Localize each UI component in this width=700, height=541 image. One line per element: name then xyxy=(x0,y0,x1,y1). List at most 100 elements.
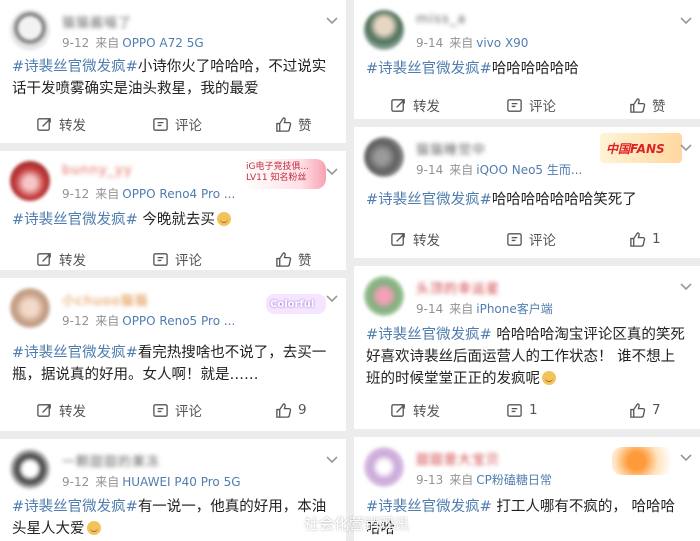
post-text: #诗裴丝官微发疯#看完热搜啥也不说了，去买一瓶，据说真的好用。女人啊！就是…… xyxy=(12,342,334,386)
comment-icon xyxy=(507,98,522,112)
repost-label: 转发 xyxy=(413,99,440,115)
post-text: #诗裴丝官微发疯# 打工人哪有不疯的， 哈哈哈哈哈 xyxy=(366,496,688,540)
device-link[interactable]: OPPO Reno4 Pro ... xyxy=(122,187,235,201)
fan-badge[interactable]: Colorful xyxy=(266,294,326,314)
username[interactable]: 小chuoo猫猫 xyxy=(62,290,149,309)
username[interactable]: 猫猫酱喵了 xyxy=(62,12,132,31)
comment-button[interactable]: 评论 xyxy=(506,92,556,118)
like-button[interactable]: 赞 xyxy=(629,92,666,118)
comment-label: 1 xyxy=(529,402,538,418)
device-link[interactable]: OPPO A72 5G xyxy=(122,36,203,50)
repost-button[interactable]: 转发 xyxy=(36,397,86,423)
comment-button[interactable]: 评论 xyxy=(152,397,202,423)
device-link[interactable]: CP粉磕糖日常 xyxy=(476,473,552,487)
repost-button[interactable]: 转发 xyxy=(390,226,440,252)
badge-decoration-icon xyxy=(612,447,682,475)
post-text: #诗裴丝官微发疯# 哈哈哈哈淘宝评论区真的笑死 好喜欢诗裴丝后面运营人的工作状态… xyxy=(366,324,688,390)
like-button[interactable]: 1 xyxy=(629,226,661,252)
hashtag-link[interactable]: #诗裴丝官微发疯# xyxy=(12,345,138,361)
post-body: 哈哈哈哈哈哈 xyxy=(491,61,579,77)
action-bar: 转发 评论 赞 xyxy=(0,111,346,137)
avatar[interactable] xyxy=(10,161,50,201)
avatar[interactable] xyxy=(10,449,50,489)
comment-button[interactable]: 评论 xyxy=(152,246,202,270)
post-card[interactable]: 猫猫酱喵了 9-12 来自 OPPO A72 5G #诗裴丝官微发疯#小诗你火了哈哈… xyxy=(0,0,346,143)
repost-button[interactable]: 转发 xyxy=(390,92,440,118)
chevron-down-icon[interactable] xyxy=(678,12,694,28)
source-prefix: 来自 xyxy=(449,302,474,316)
thumbs-up-icon xyxy=(276,251,292,267)
like-button[interactable]: 9 xyxy=(275,397,307,423)
action-bar: 转发 评论 赞 xyxy=(0,246,346,270)
avatar[interactable] xyxy=(10,288,50,328)
action-bar: 转发 评论 赞 xyxy=(354,92,700,118)
hashtag-link[interactable]: #诗裴丝官微发疯# xyxy=(12,499,138,515)
repost-icon xyxy=(391,232,405,246)
device-link[interactable]: HUAWEI P40 Pro 5G xyxy=(122,475,240,489)
username[interactable]: 一颗甜甜的果冻 xyxy=(62,451,160,470)
username[interactable]: 猫猫睡觉中 xyxy=(416,139,486,158)
repost-button[interactable]: 转发 xyxy=(36,246,86,270)
repost-button[interactable]: 转发 xyxy=(390,397,440,423)
username[interactable]: miss_a xyxy=(416,12,466,27)
source-prefix: 来自 xyxy=(95,475,120,489)
chevron-down-icon[interactable] xyxy=(324,290,340,306)
chevron-down-icon[interactable] xyxy=(324,163,340,179)
avatar[interactable] xyxy=(364,10,404,50)
post-card[interactable]: 猫猫睡觉中 9-14 来自 iQOO Neo5 生而... 中国FANS #诗裴丝官… xyxy=(354,127,700,258)
chevron-down-icon[interactable] xyxy=(678,278,694,294)
chevron-down-icon[interactable] xyxy=(678,139,694,155)
post-card[interactable]: 头顶的幸运星 9-14 来自 iPhone客户端 #诗裴丝官微发疯# 哈哈哈哈淘宝评… xyxy=(354,266,700,429)
comment-label: 评论 xyxy=(175,404,202,420)
source-prefix: 来自 xyxy=(449,36,474,50)
avatar[interactable] xyxy=(364,276,404,316)
post-card[interactable]: bunny_yy 9-12 来自 OPPO Reno4 Pro ... iG电子竞技… xyxy=(0,151,346,270)
weibo-logo-icon xyxy=(284,516,300,532)
chevron-down-icon[interactable] xyxy=(324,12,340,28)
hashtag-link[interactable]: #诗裴丝官微发疯# xyxy=(366,61,492,77)
post-meta: 9-14 来自 iPhone客户端 xyxy=(416,300,553,317)
post-card[interactable]: miss_a 9-14 来自 vivo X90 #诗裴丝官微发疯#哈哈哈哈哈哈 转发… xyxy=(354,0,700,119)
device-link[interactable]: vivo X90 xyxy=(476,36,528,50)
post-card[interactable]: 小chuoo猫猫 9-12 来自 OPPO Reno5 Pro ... Colorf… xyxy=(0,278,346,431)
chevron-down-icon[interactable] xyxy=(324,451,340,467)
like-button[interactable]: 赞 xyxy=(275,111,312,137)
like-label: 赞 xyxy=(652,99,666,115)
post-date: 9-12 xyxy=(62,314,90,328)
device-link[interactable]: OPPO Reno5 Pro ... xyxy=(122,314,235,328)
comment-button[interactable]: 评论 xyxy=(506,226,556,252)
post-body: 哈哈哈哈哈哈哈笑死了 xyxy=(491,192,637,208)
fan-badge[interactable]: iG电子竞技俱... LV11 知名粉丝 xyxy=(242,159,326,189)
repost-button[interactable]: 转发 xyxy=(36,111,86,137)
hashtag-link[interactable]: #诗裴丝官微发疯# xyxy=(12,59,138,75)
hashtag-link[interactable]: #诗裴丝官微发疯# xyxy=(366,192,492,208)
device-link[interactable]: iQOO Neo5 生而... xyxy=(476,163,582,177)
comment-icon xyxy=(507,403,522,417)
repost-label: 转发 xyxy=(59,404,86,420)
chevron-down-icon[interactable] xyxy=(678,449,694,465)
fan-badge[interactable]: 中国FANS xyxy=(600,133,682,163)
post-meta: 9-14 来自 iQOO Neo5 生而... xyxy=(416,161,582,178)
action-bar: 转发 评论 1 xyxy=(354,226,700,252)
watermark-text: 社会化营销观讯 xyxy=(304,515,410,533)
username[interactable]: 头顶的幸运星 xyxy=(416,278,500,297)
like-button[interactable]: 赞 xyxy=(275,246,312,270)
comment-label: 评论 xyxy=(529,99,556,115)
like-button[interactable]: 7 xyxy=(629,397,661,423)
thumbs-up-icon xyxy=(276,116,292,132)
device-link[interactable]: iPhone客户端 xyxy=(476,302,553,316)
post-date: 9-12 xyxy=(62,36,90,50)
comment-button[interactable]: 评论 xyxy=(152,111,202,137)
avatar[interactable] xyxy=(10,10,50,50)
post-meta: 9-13 来自 CP粉磕糖日常 xyxy=(416,471,552,488)
avatar[interactable] xyxy=(364,137,404,177)
avatar[interactable] xyxy=(364,447,404,487)
like-label: 赞 xyxy=(298,118,312,134)
like-label: 赞 xyxy=(298,253,312,269)
username[interactable]: 甜甜是大宝贝 xyxy=(416,449,500,468)
post-date: 9-14 xyxy=(416,36,444,50)
hashtag-link[interactable]: #诗裴丝官微发疯# xyxy=(12,212,138,228)
username[interactable]: bunny_yy xyxy=(62,163,133,178)
hashtag-link[interactable]: #诗裴丝官微发疯# xyxy=(366,327,492,343)
comment-button[interactable]: 1 xyxy=(506,397,538,423)
